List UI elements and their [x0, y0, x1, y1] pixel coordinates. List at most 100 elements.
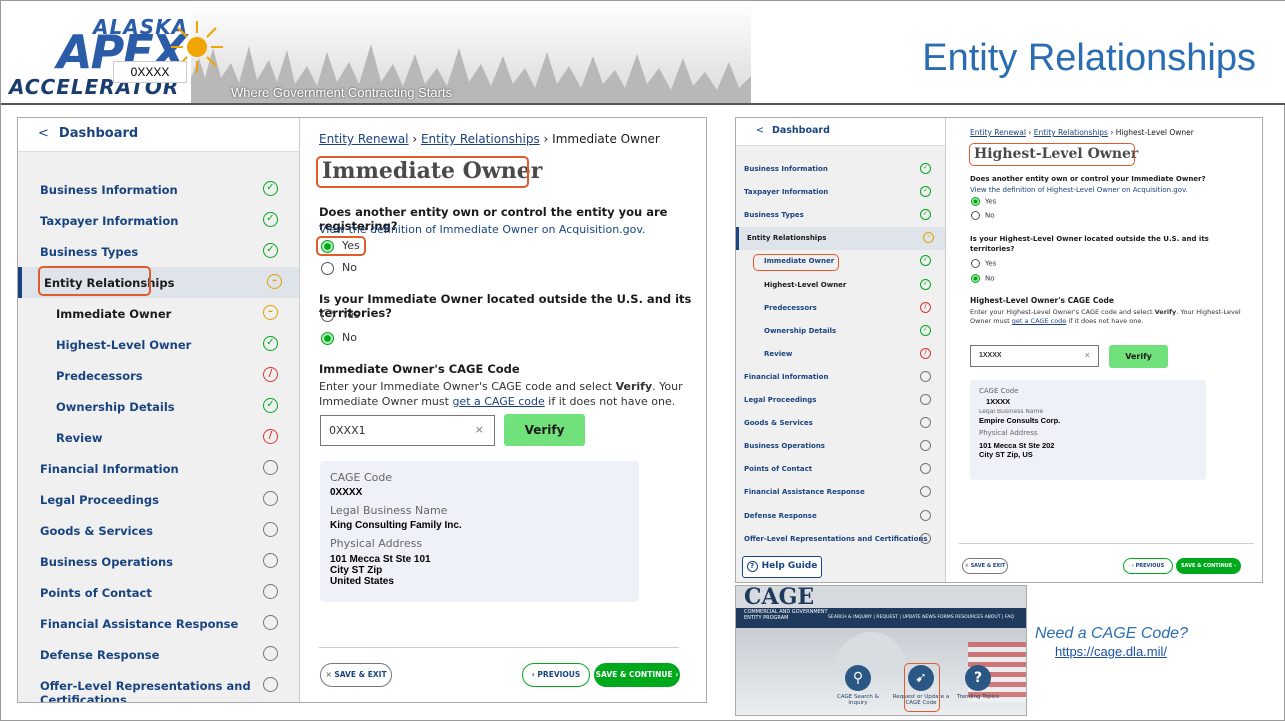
cage-input-value: 1XXXX [979, 352, 1002, 359]
cage-code-input[interactable]: 1XXXX × [970, 345, 1099, 367]
sidebar-item-label: Legal Proceedings [40, 493, 159, 507]
radio-outside-yes[interactable]: Yes [971, 259, 996, 268]
sidebar-item[interactable]: Business Types ✓ [736, 204, 945, 227]
previous-button[interactable]: ‹ PREVIOUS [522, 663, 590, 687]
sidebar-item-label: Review [764, 349, 793, 358]
sidebar-item[interactable]: Predecessors / [736, 297, 945, 320]
clear-icon[interactable]: × [475, 423, 484, 436]
chevron-left-icon: ‹ [531, 670, 535, 679]
radio-outside-no[interactable]: No [971, 274, 995, 283]
breadcrumb-entity-renewal[interactable]: Entity Renewal [970, 128, 1026, 137]
sidebar-item[interactable]: Predecessors / [18, 360, 299, 391]
breadcrumb-entity-relationships[interactable]: Entity Relationships [1034, 128, 1108, 137]
sidebar-item[interactable]: Highest-Level Owner ✓ [736, 274, 945, 297]
sidebar-item[interactable]: Offer-Level Representations and Certific… [18, 670, 299, 702]
tile-label-trending[interactable]: Trending Topics [948, 694, 1008, 700]
sidebar-item[interactable]: Points of Contact [18, 577, 299, 608]
sidebar-item[interactable]: Ownership Details ✓ [18, 391, 299, 422]
sidebar-item[interactable]: Business Operations [18, 546, 299, 577]
get-cage-code-link[interactable]: get a CAGE code [452, 395, 544, 408]
radio-yes-label: Yes [342, 308, 360, 321]
sidebar-item[interactable]: Legal Proceedings [736, 389, 945, 412]
request-cage-highlight [904, 663, 940, 712]
previous-button[interactable]: ‹ PREVIOUS [1123, 558, 1173, 574]
footer-divider [959, 543, 1254, 544]
sidebar-item[interactable]: Entity Relationships – [736, 227, 945, 251]
address-line-3: United States [330, 576, 394, 587]
save-continue-label: SAVE & CONTINUE [1180, 563, 1233, 569]
radio-checked-icon [971, 274, 980, 283]
radio-owned-no[interactable]: No [971, 211, 995, 220]
breadcrumb-entity-renewal[interactable]: Entity Renewal [319, 132, 409, 146]
sidebar-item[interactable]: Goods & Services [736, 412, 945, 435]
radio-outside-no[interactable]: No [321, 331, 357, 345]
radio-outside-yes[interactable]: Yes [321, 308, 360, 322]
verify-button[interactable]: Verify [1109, 345, 1168, 368]
save-exit-button[interactable]: × SAVE & EXIT [320, 663, 392, 687]
sidebar-item[interactable]: Business Operations [736, 435, 945, 458]
verify-button[interactable]: Verify [504, 414, 585, 446]
radio-owned-yes[interactable]: Yes [971, 197, 996, 206]
sidebar-item[interactable]: Points of Contact [736, 458, 945, 481]
cage-code-heading: Immediate Owner's CAGE Code [319, 362, 520, 376]
sidebar-item-label: Defense Response [744, 511, 817, 520]
sidebar-item[interactable]: Business Information ✓ [736, 158, 945, 181]
legal-name-label: Legal Business Name [979, 409, 1044, 414]
close-icon: × [964, 563, 969, 569]
sidebar-item-label: Taxpayer Information [744, 188, 829, 197]
chevron-right-icon: › [675, 670, 679, 679]
cage-nav-menu[interactable]: SEARCH & INQUIRY | REQUEST | UPDATE NEWS… [828, 615, 1014, 620]
save-exit-button[interactable]: × SAVE & EXIT [962, 558, 1008, 574]
highest-level-owner-form: Entity Renewal › Entity Relationships › … [947, 118, 1262, 582]
sidebar-item[interactable]: Financial Information [736, 366, 945, 389]
cage-code-input[interactable]: 0XXX1 × [320, 415, 495, 446]
tile-label-search[interactable]: CAGE Search & Inquiry [828, 694, 888, 706]
sidebar-item[interactable]: Highest-Level Owner ✓ [18, 329, 299, 360]
sidebar-item[interactable]: Business Information ✓ [18, 174, 299, 205]
slide: ALASKA APEX ACCELERATOR 0XXXX Where Gove… [0, 0, 1285, 721]
sidebar-item-label: Financial Information [40, 462, 179, 476]
error-circle-icon: / [920, 301, 931, 313]
sidebar-item[interactable]: Taxpayer Information ✓ [736, 181, 945, 204]
cage-site-link[interactable]: https://cage.dla.mil/ [1055, 644, 1167, 659]
sidebar-item[interactable]: Defense Response [18, 639, 299, 670]
sidebar-item[interactable]: Defense Response [736, 505, 945, 528]
save-continue-button[interactable]: SAVE & CONTINUE › [1176, 558, 1241, 574]
sidebar-item[interactable]: Offer-Level Representations and Certific… [736, 528, 945, 551]
breadcrumb-current: Highest-Level Owner [1115, 128, 1194, 137]
empty-circle-icon [263, 584, 278, 599]
save-exit-label: SAVE & EXIT [970, 563, 1006, 569]
sidebar-item-label: Highest-Level Owner [764, 280, 847, 289]
empty-circle-icon [920, 417, 931, 429]
sidebar-item[interactable]: Financial Assistance Response [736, 481, 945, 504]
entity-relationships-highlight [38, 266, 151, 296]
sidebar-item[interactable]: Review / [18, 422, 299, 453]
sidebar-item[interactable]: Review / [736, 343, 945, 366]
sidebar-item-label: Financial Assistance Response [40, 617, 239, 631]
immediate-owner-definition-link[interactable]: View the definition of Immediate Owner o… [319, 223, 646, 236]
get-cage-code-link[interactable]: get a CAGE code [1012, 317, 1067, 325]
sidebar-item-label: Predecessors [764, 303, 817, 312]
highest-level-owner-definition-link[interactable]: View the definition of Highest-Level Own… [970, 186, 1188, 194]
check-circle-icon: ✓ [263, 398, 278, 413]
sidebar-item[interactable]: Financial Information [18, 453, 299, 484]
radio-owned-no[interactable]: No [321, 261, 357, 275]
question-icon[interactable]: ? [965, 665, 991, 691]
empty-circle-icon [263, 646, 278, 661]
clear-icon[interactable]: × [1085, 350, 1090, 360]
sidebar-item[interactable]: Legal Proceedings [18, 484, 299, 515]
sidebar-item[interactable]: Business Types ✓ [18, 236, 299, 267]
save-continue-button[interactable]: SAVE & CONTINUE › [594, 663, 680, 687]
dashboard-back-link[interactable]: < Dashboard [18, 118, 299, 152]
sidebar-item[interactable]: Financial Assistance Response [18, 608, 299, 639]
sidebar-item[interactable]: Immediate Owner – [18, 298, 299, 329]
sidebar-item[interactable]: Ownership Details ✓ [736, 320, 945, 343]
sidebar-item[interactable]: Goods & Services [18, 515, 299, 546]
breadcrumb-entity-relationships[interactable]: Entity Relationships [421, 132, 540, 146]
check-circle-icon: ✓ [920, 209, 931, 221]
sidebar-item-label: Points of Contact [744, 465, 813, 474]
help-guide-button[interactable]: ? Help Guide [742, 556, 822, 578]
search-icon[interactable]: ⚲ [845, 665, 871, 691]
sidebar-item[interactable]: Taxpayer Information ✓ [18, 205, 299, 236]
dashboard-back-link[interactable]: < Dashboard [736, 118, 945, 146]
